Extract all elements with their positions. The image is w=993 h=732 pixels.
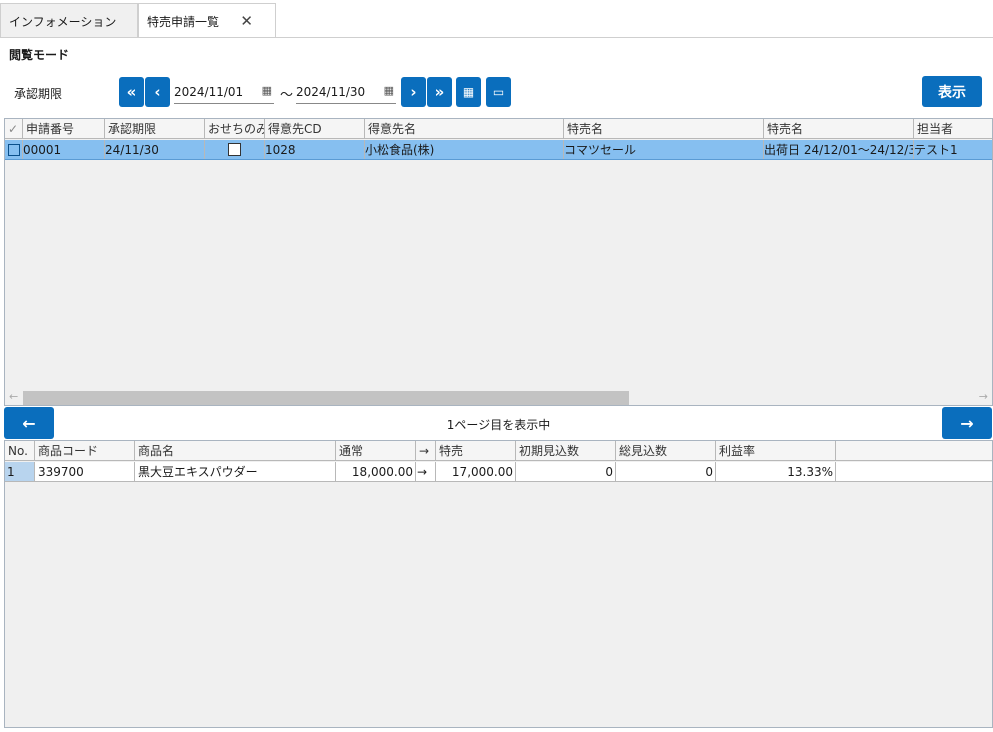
calendar-icon[interactable]: ▦	[384, 84, 394, 97]
cell-osechi-only[interactable]	[205, 140, 265, 159]
close-icon[interactable]: ✕	[240, 12, 253, 30]
grid-header-row: ✓ 申請番号 承認期限 おせちのみ 得意先CD 得意先名 特売名 特売名 担当者	[5, 119, 992, 139]
date-to-field[interactable]: 2024/11/30 ▦	[296, 80, 396, 104]
header-margin[interactable]: 利益率	[716, 441, 836, 460]
header-osechi-only[interactable]: おせちのみ	[205, 119, 265, 138]
calendar-today-button[interactable]: ▭	[486, 77, 511, 107]
header-filler	[836, 441, 992, 460]
scrollbar-thumb[interactable]	[23, 391, 629, 405]
pager: 1ページ目を表示中 ← →	[4, 407, 993, 439]
header-normal-price[interactable]: 通常	[336, 441, 416, 460]
cell-total-estimate[interactable]: 0	[616, 462, 716, 481]
first-period-button[interactable]: «	[119, 77, 144, 107]
cell-margin: 13.33%	[716, 462, 836, 481]
table-row[interactable]: 1 339700 黒大豆エキスパウダー 18,000.00 → 17,000.0…	[5, 462, 992, 482]
cell-customer-name: 小松食品(株)	[365, 140, 564, 159]
prev-page-button[interactable]: ←	[4, 407, 54, 439]
cell-sale-name: コマツセール	[564, 140, 764, 159]
osechi-checkbox[interactable]	[228, 143, 241, 156]
header-product-code[interactable]: 商品コード	[35, 441, 135, 460]
header-staff[interactable]: 担当者	[914, 119, 992, 138]
cell-filler	[836, 462, 992, 481]
cell-staff: テスト1	[914, 143, 958, 157]
tilde: ～	[280, 88, 294, 103]
period-label: 承認期限	[14, 87, 63, 101]
next-period-button[interactable]: ›	[401, 77, 426, 107]
scroll-right-icon[interactable]: →	[979, 390, 988, 403]
header-initial-estimate[interactable]: 初期見込数	[516, 441, 616, 460]
header-sale-period[interactable]: 特売名	[764, 119, 914, 138]
header-application-no[interactable]: 申請番号	[23, 119, 105, 138]
date-from-field[interactable]: 2024/11/01 ▦	[174, 80, 274, 104]
prev-period-button[interactable]: ‹	[145, 77, 170, 107]
date-from-value: 2024/11/01	[174, 84, 244, 99]
cell-no: 1	[5, 462, 35, 481]
header-customer-name[interactable]: 得意先名	[365, 119, 564, 138]
header-customer-cd[interactable]: 得意先CD	[265, 119, 365, 138]
product-grid[interactable]: No. 商品コード 商品名 通常 → 特売 初期見込数 総見込数 利益率 1 3…	[4, 440, 993, 728]
header-special-price[interactable]: 特売	[436, 441, 516, 460]
header-sale-name[interactable]: 特売名	[564, 119, 764, 138]
header-total-estimate[interactable]: 総見込数	[616, 441, 716, 460]
cell-special-price[interactable]: 17,000.00	[436, 462, 516, 481]
application-grid[interactable]: ✓ 申請番号 承認期限 おせちのみ 得意先CD 得意先名 特売名 特売名 担当者…	[4, 118, 993, 406]
header-arrow: →	[416, 441, 436, 460]
table-row[interactable]: 00001 24/11/30 1028 小松食品(株) コマツセール 出荷日 2…	[5, 140, 992, 160]
next-page-button[interactable]: →	[942, 407, 992, 439]
horizontal-scrollbar[interactable]: ← →	[5, 389, 992, 405]
calendar-icon: ▭	[492, 85, 505, 99]
date-to-value: 2024/11/30	[296, 84, 366, 99]
calendar-icon[interactable]: ▦	[262, 84, 272, 97]
tab-label: 特売申請一覧	[147, 14, 220, 29]
calendar-month-button[interactable]: ▦	[456, 77, 481, 107]
row-check[interactable]	[5, 140, 23, 159]
show-button[interactable]: 表示	[922, 76, 982, 107]
cell-deadline: 24/11/30	[105, 140, 205, 159]
cell-application-no: 00001	[23, 140, 105, 159]
tab-divider	[0, 37, 993, 38]
scroll-left-icon[interactable]: ←	[9, 390, 18, 403]
last-period-button[interactable]: »	[427, 77, 452, 107]
header-product-name[interactable]: 商品名	[135, 441, 336, 460]
tab-special-sale-list[interactable]: 特売申請一覧 ✕	[138, 3, 276, 38]
grid-header-row: No. 商品コード 商品名 通常 → 特売 初期見込数 総見込数 利益率	[5, 441, 992, 461]
cell-normal-price: 18,000.00	[336, 462, 416, 481]
header-no[interactable]: No.	[5, 441, 35, 460]
cell-arrow: →	[416, 462, 436, 481]
tab-information[interactable]: インフォメーション	[0, 3, 138, 38]
tab-bar: インフォメーション 特売申請一覧 ✕	[0, 0, 993, 38]
cell-product-name: 黒大豆エキスパウダー	[135, 462, 336, 481]
cell-initial-estimate[interactable]: 0	[516, 462, 616, 481]
calendar-grid-icon: ▦	[462, 85, 475, 99]
mode-label: 閲覧モード	[9, 48, 70, 62]
cell-sale-period: 出荷日 24/12/01〜24/12/31	[764, 140, 914, 159]
tab-label: インフォメーション	[9, 14, 117, 29]
page-status: 1ページ目を表示中	[446, 418, 551, 432]
cell-product-code: 339700	[35, 462, 135, 481]
checkbox[interactable]	[8, 143, 20, 156]
header-check: ✓	[5, 119, 23, 138]
cell-customer-cd: 1028	[265, 140, 365, 159]
header-deadline[interactable]: 承認期限	[105, 119, 205, 138]
